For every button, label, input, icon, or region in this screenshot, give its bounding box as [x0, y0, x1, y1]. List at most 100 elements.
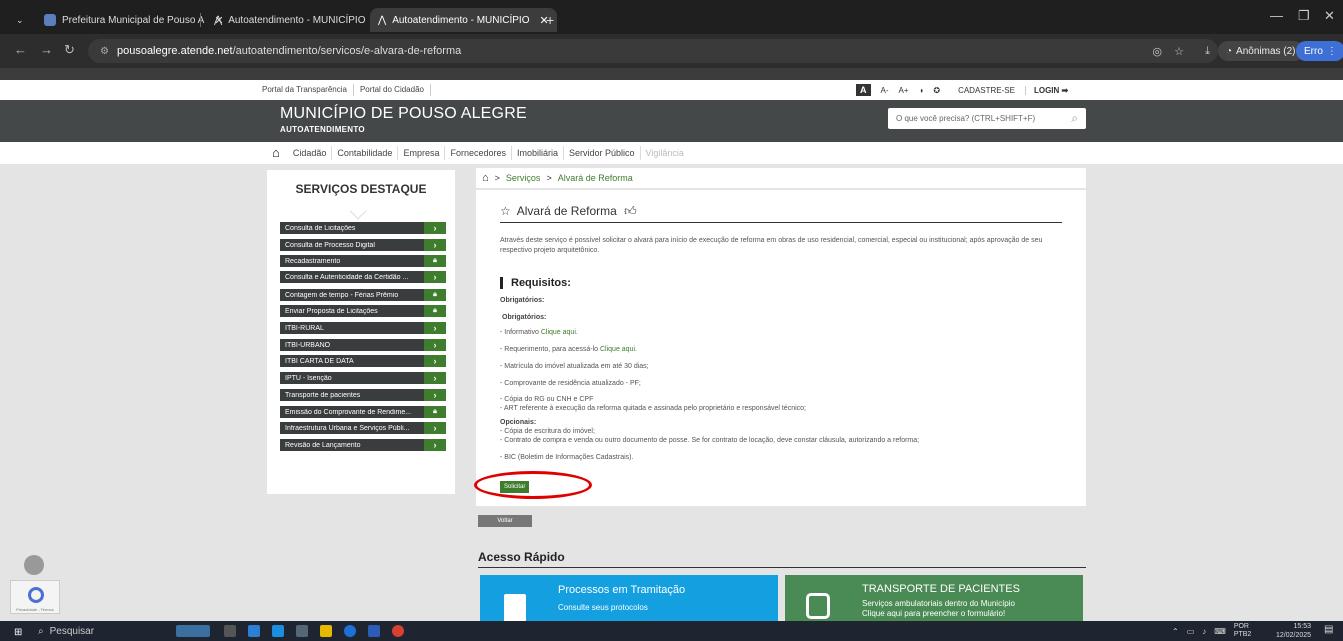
- error-button[interactable]: Erro ⋮: [1296, 41, 1343, 61]
- keyboard-icon[interactable]: ⌨: [1214, 627, 1226, 636]
- link-citizen-portal[interactable]: Portal do Cidadão: [354, 84, 431, 96]
- back-icon[interactable]: ←: [14, 42, 27, 57]
- weather-icon[interactable]: [176, 625, 210, 637]
- card-processos-title: Processos em Tramitação: [558, 584, 686, 596]
- chevron-right-icon[interactable]: ›: [424, 271, 446, 283]
- chevron-right-icon[interactable]: ›: [424, 322, 446, 334]
- sidebar-item[interactable]: Transporte de pacientes ›: [280, 389, 446, 401]
- chevron-right-icon[interactable]: ›: [424, 372, 446, 384]
- sidebar-item[interactable]: Enviar Proposta de Licitações 🔒︎: [280, 305, 446, 317]
- sidebar-item[interactable]: ITBI-RURAL ›: [280, 322, 446, 334]
- restore-icon[interactable]: ❐: [1298, 8, 1310, 24]
- breadcrumb-servicos[interactable]: Serviços: [506, 173, 541, 183]
- sidebar-item[interactable]: ITBI CARTA DE DATA ›: [280, 355, 446, 367]
- sidebar-item-label: Transporte de pacientes: [285, 391, 361, 399]
- recaptcha-badge[interactable]: Privacidade - Termos: [10, 580, 60, 614]
- sidebar-item[interactable]: Emissão do Comprovante de Rendime... 🔒︎: [280, 406, 446, 418]
- close-window-icon[interactable]: ✕: [1324, 8, 1335, 24]
- link-transparency[interactable]: Portal da Transparência: [256, 84, 354, 96]
- windows-start-icon[interactable]: ⊞: [14, 627, 22, 638]
- sidebar-item[interactable]: Consulta e Autenticidade da Certidão ...…: [280, 271, 446, 283]
- chevron-right-icon[interactable]: ›: [424, 339, 446, 351]
- sidebar-item[interactable]: ITBI-URBANO ›: [280, 339, 446, 351]
- req-rg: - Cópia do RG ou CNH e CPF: [500, 396, 594, 403]
- font-increase-button[interactable]: A+: [899, 86, 909, 95]
- taskbar-search[interactable]: ⌕ Pesquisar: [38, 621, 94, 641]
- sidebar-item[interactable]: IPTU - Isenção ›: [280, 372, 446, 384]
- sidebar-item[interactable]: Contagem de tempo - Férias Prêmio 🔒︎: [280, 289, 446, 301]
- lang-label: POR: [1233, 623, 1249, 630]
- menu-fornecedores[interactable]: Fornecedores: [445, 146, 512, 160]
- chevron-down-icon: ⌄: [16, 14, 24, 25]
- home-icon[interactable]: ⌂: [482, 172, 489, 184]
- lock-icon[interactable]: 🔒︎: [424, 406, 446, 418]
- app-icon[interactable]: [248, 625, 260, 637]
- word-icon[interactable]: [368, 625, 380, 637]
- chevron-right-icon[interactable]: ›: [424, 222, 446, 234]
- chevron-right-icon[interactable]: ›: [424, 439, 446, 451]
- thumbs-up-icon[interactable]: 👍︎: [624, 204, 637, 218]
- sidebar-item[interactable]: Consulta de Licitações ›: [280, 222, 446, 234]
- lock-icon[interactable]: 🔒︎: [424, 255, 446, 267]
- sidebar-item[interactable]: Infraestrutura Urbana e Serviços Públi..…: [280, 422, 446, 434]
- contrast-icon[interactable]: ◑: [919, 86, 924, 95]
- search-icon[interactable]: ⌕: [1071, 111, 1078, 126]
- menu-imobiliaria[interactable]: Imobiliária: [512, 146, 564, 160]
- chrome-icon[interactable]: [392, 625, 404, 637]
- menu-vigilancia[interactable]: Vigilância: [641, 146, 689, 160]
- new-tab-button[interactable]: +: [538, 8, 562, 32]
- sidebar-item[interactable]: Revisão de Lançamento ›: [280, 439, 446, 451]
- sidebar-item[interactable]: Recadastramento 🔒︎: [280, 255, 446, 267]
- star-icon[interactable]: ☆: [500, 204, 511, 218]
- reload-icon[interactable]: ↻: [64, 42, 75, 58]
- site-brand[interactable]: MUNICÍPIO DE POUSO ALEGRE: [280, 105, 527, 123]
- informativo-link[interactable]: Clique aqui.: [541, 329, 578, 336]
- store-icon[interactable]: [296, 625, 308, 637]
- chevron-up-icon[interactable]: ⌃: [1172, 627, 1179, 636]
- sidebar-item[interactable]: Consulta de Processo Digital ›: [280, 239, 446, 251]
- taskbar-clock[interactable]: 15:53 12/02/2025: [1276, 622, 1311, 640]
- notifications-icon[interactable]: ▤: [1324, 624, 1333, 635]
- chevron-right-icon[interactable]: ›: [424, 239, 446, 251]
- tab-1[interactable]: Prefeitura Municipal de Pouso A ✕: [36, 8, 232, 32]
- download-icon[interactable]: ⤓: [1205, 45, 1210, 58]
- font-decrease-button[interactable]: A-: [881, 86, 889, 95]
- register-link[interactable]: CADASTRE-SE: [958, 86, 1015, 95]
- language-indicator[interactable]: POR PTB2: [1234, 623, 1252, 639]
- tab-3-active[interactable]: ⋀ Autoatendimento - MUNICÍPIO ✕: [370, 8, 557, 32]
- requerimento-link[interactable]: Clique aqui.: [600, 346, 637, 353]
- site-search-input[interactable]: O que você precisa? (CTRL+SHIFT+F) ⌕: [888, 108, 1086, 129]
- menu-contabilidade[interactable]: Contabilidade: [332, 146, 399, 160]
- tab-separator: [200, 13, 201, 27]
- forward-icon[interactable]: →: [40, 42, 53, 57]
- font-normal-button[interactable]: A: [856, 84, 871, 96]
- menu-cidadao[interactable]: Cidadão: [288, 146, 333, 160]
- mail-icon[interactable]: [272, 625, 284, 637]
- volume-icon[interactable]: ♪: [1202, 627, 1206, 636]
- card-transporte-title: TRANSPORTE DE PACIENTES: [862, 583, 1020, 595]
- incognito-badge[interactable]: ◔ Anônimas (2): [1218, 41, 1304, 61]
- edge-icon[interactable]: [344, 625, 356, 637]
- network-icon[interactable]: ▭: [1187, 627, 1195, 636]
- eye-off-icon[interactable]: ◎: [1152, 45, 1162, 58]
- chevron-right-icon[interactable]: ›: [424, 355, 446, 367]
- menu-empresa[interactable]: Empresa: [398, 146, 446, 160]
- chevron-right-icon[interactable]: ›: [424, 422, 446, 434]
- accessibility-icon[interactable]: ✪: [933, 86, 940, 95]
- star-icon[interactable]: ☆: [1174, 45, 1184, 58]
- file-explorer-icon[interactable]: [320, 625, 332, 637]
- lock-icon[interactable]: 🔒︎: [424, 289, 446, 301]
- site-info-icon[interactable]: ⚙: [100, 46, 109, 57]
- tab-search-dropdown[interactable]: ⌄: [10, 8, 30, 32]
- home-icon[interactable]: ⌂: [264, 146, 288, 160]
- chevron-right-icon[interactable]: ›: [424, 389, 446, 401]
- url-bar[interactable]: ⚙ pousoalegre.atende.net/autoatendimento…: [88, 39, 1218, 63]
- login-link[interactable]: LOGIN ➡: [1024, 85, 1068, 95]
- voltar-button[interactable]: Voltar: [478, 515, 532, 527]
- cookie-icon[interactable]: [24, 555, 44, 575]
- menu-servidor-publico[interactable]: Servidor Público: [564, 146, 641, 160]
- lock-icon[interactable]: 🔒︎: [424, 305, 446, 317]
- tab-2[interactable]: ⋀Autoatendimento - MUNICÍPIO✕: [206, 8, 393, 32]
- task-view-icon[interactable]: [224, 625, 236, 637]
- minimize-icon[interactable]: —: [1270, 8, 1283, 23]
